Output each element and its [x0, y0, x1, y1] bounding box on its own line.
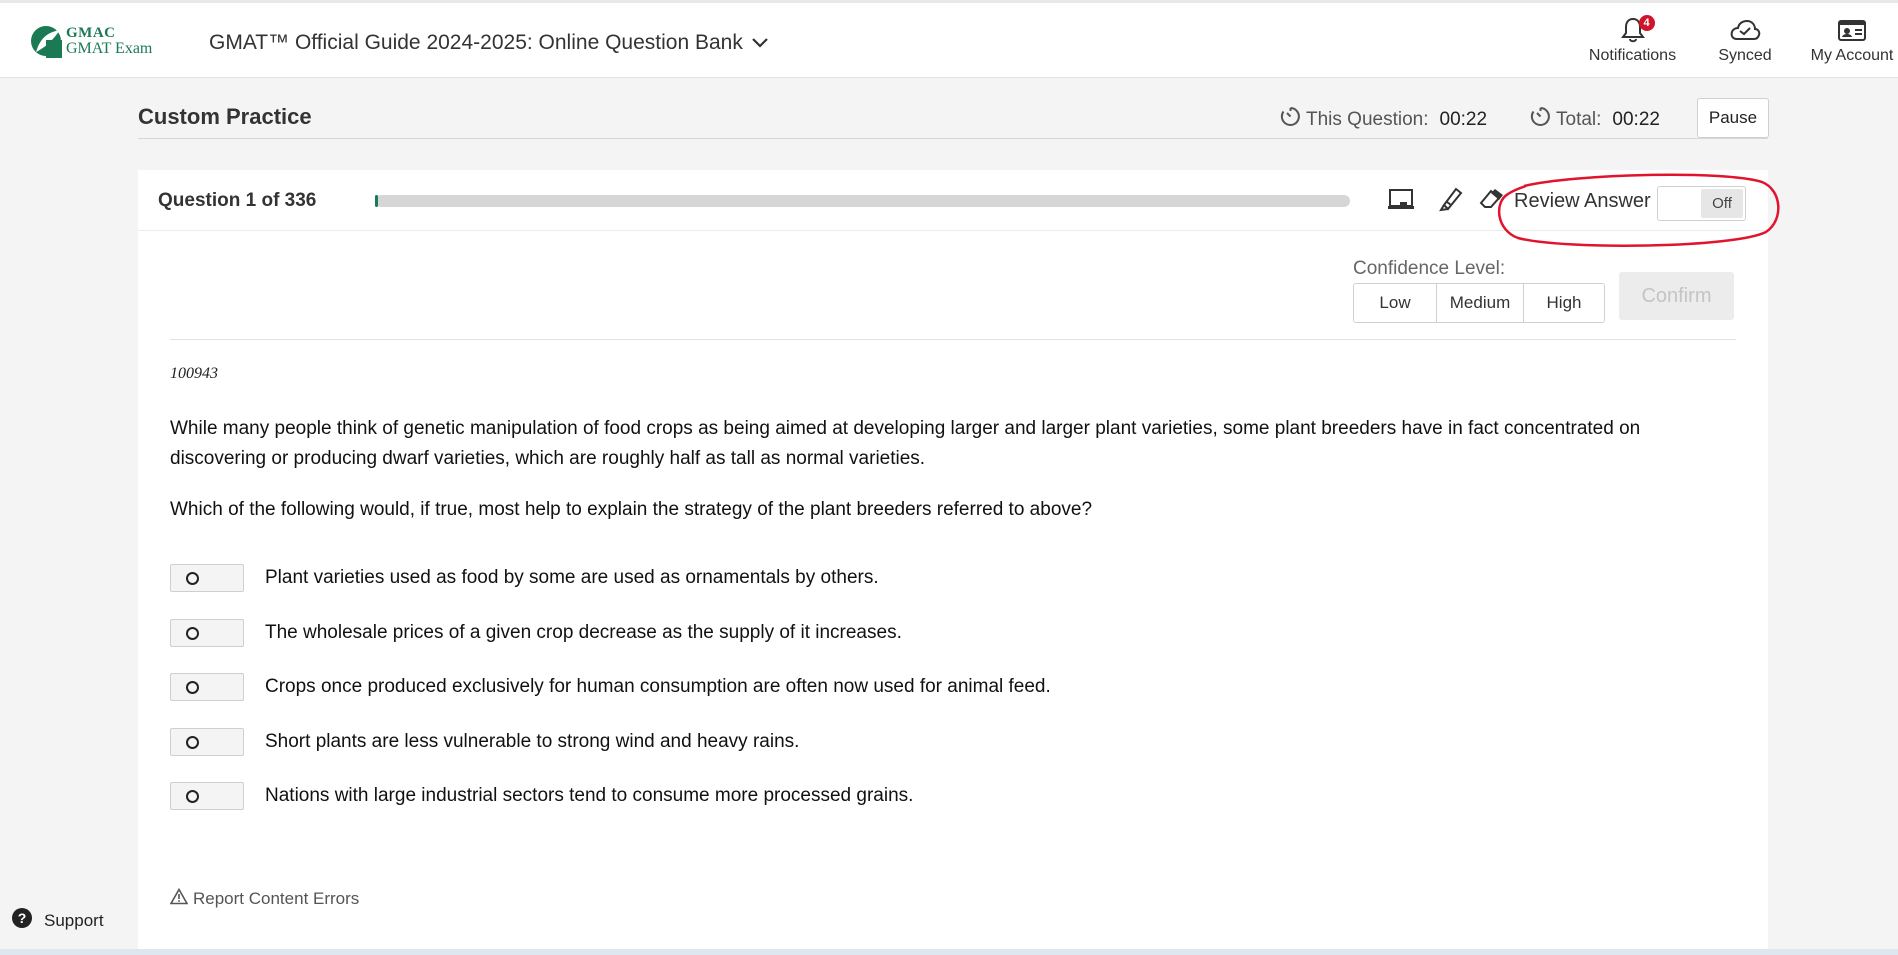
- answer-choice-b[interactable]: The wholesale prices of a given crop dec…: [170, 618, 902, 648]
- question-card: Question 1 of 336 Review Answer Off Conf…: [138, 170, 1768, 955]
- guide-selector[interactable]: GMAT™ Official Guide 2024-2025: Online Q…: [209, 31, 769, 55]
- synced-status[interactable]: Synced: [1710, 17, 1780, 65]
- question-id: 100943: [170, 365, 218, 382]
- gmac-logo-icon: [30, 24, 62, 58]
- help-circle-icon: ?: [12, 908, 32, 933]
- pause-button[interactable]: Pause: [1697, 98, 1769, 138]
- answer-choice-d[interactable]: Short plants are less vulnerable to stro…: [170, 727, 799, 757]
- chevron-down-icon: [751, 31, 769, 55]
- confidence-low-button[interactable]: Low: [1354, 284, 1436, 322]
- confirm-button[interactable]: Confirm: [1619, 272, 1734, 320]
- divider: [170, 339, 1736, 340]
- timer-icon: [1280, 106, 1301, 133]
- total-timer: Total: 00:22: [1530, 106, 1660, 133]
- total-label: Total:: [1556, 108, 1602, 130]
- annotation-circle: [1494, 172, 1784, 250]
- divider: [138, 138, 1768, 139]
- answer-text-e: Nations with large industrial sectors te…: [265, 785, 914, 806]
- total-time: 00:22: [1612, 108, 1660, 130]
- this-question-label: This Question:: [1306, 108, 1429, 130]
- my-account-button[interactable]: My Account: [1806, 17, 1898, 65]
- question-counter: Question 1 of 336: [158, 190, 317, 211]
- answer-radio-a[interactable]: [170, 564, 244, 592]
- question-stem: While many people think of genetic manip…: [170, 418, 1641, 469]
- notification-count-badge: 4: [1638, 15, 1655, 31]
- whiteboard-button[interactable]: [1384, 185, 1418, 217]
- logo-line2: GMAT Exam: [66, 40, 153, 57]
- account-card-icon: [1837, 18, 1867, 47]
- my-account-label: My Account: [1810, 47, 1894, 64]
- taskbar-edge: [0, 949, 1898, 955]
- synced-label: Synced: [1718, 47, 1772, 64]
- confidence-high-button[interactable]: High: [1523, 284, 1604, 322]
- answer-text-a: Plant varieties used as food by some are…: [265, 567, 879, 588]
- whiteboard-icon: [1387, 187, 1415, 216]
- report-content-errors-link[interactable]: Report Content Errors: [169, 887, 360, 910]
- answer-text-d: Short plants are less vulnerable to stro…: [265, 731, 800, 752]
- confidence-level-group: Low Medium High: [1353, 283, 1605, 323]
- report-content-errors-label: Report Content Errors: [193, 889, 360, 908]
- answer-choice-a[interactable]: Plant varieties used as food by some are…: [170, 563, 879, 593]
- answer-radio-c[interactable]: [170, 673, 244, 701]
- answer-choice-c[interactable]: Crops once produced exclusively for huma…: [170, 672, 1051, 702]
- support-label: Support: [44, 910, 104, 930]
- gmac-logo[interactable]: GMAC GMAT Exam: [30, 21, 152, 61]
- notifications-button[interactable]: 4 Notifications: [1585, 15, 1680, 65]
- page-title: Custom Practice: [138, 104, 312, 129]
- confidence-level-label: Confidence Level:: [1353, 258, 1506, 279]
- highlighter-button[interactable]: [1433, 185, 1467, 217]
- progress-bar-fill: [375, 195, 378, 207]
- timer-icon: [1530, 106, 1551, 133]
- warning-icon: [169, 887, 189, 910]
- question-timer: This Question: 00:22: [1280, 106, 1487, 133]
- answer-radio-d[interactable]: [170, 728, 244, 756]
- logo-line1: GMAC: [66, 25, 116, 41]
- answer-radio-b[interactable]: [170, 619, 244, 647]
- guide-title: GMAT™ Official Guide 2024-2025: Online Q…: [209, 31, 743, 54]
- highlighter-icon: [1436, 185, 1464, 218]
- answer-radio-e[interactable]: [170, 782, 244, 810]
- cloud-sync-icon: [1729, 18, 1761, 47]
- support-button[interactable]: ? Support: [12, 908, 104, 933]
- answer-choice-e[interactable]: Nations with large industrial sectors te…: [170, 781, 913, 811]
- svg-text:?: ?: [18, 910, 27, 926]
- app-header: GMAC GMAT Exam GMAT™ Official Guide 2024…: [0, 0, 1898, 78]
- notifications-label: Notifications: [1588, 47, 1677, 64]
- confidence-medium-button[interactable]: Medium: [1436, 284, 1523, 322]
- answer-text-c: Crops once produced exclusively for huma…: [265, 676, 1051, 697]
- question-prompt: Which of the following would, if true, m…: [170, 499, 1093, 520]
- this-question-time: 00:22: [1439, 108, 1488, 130]
- answer-text-b: The wholesale prices of a given crop dec…: [265, 622, 902, 643]
- progress-bar: [375, 195, 1350, 207]
